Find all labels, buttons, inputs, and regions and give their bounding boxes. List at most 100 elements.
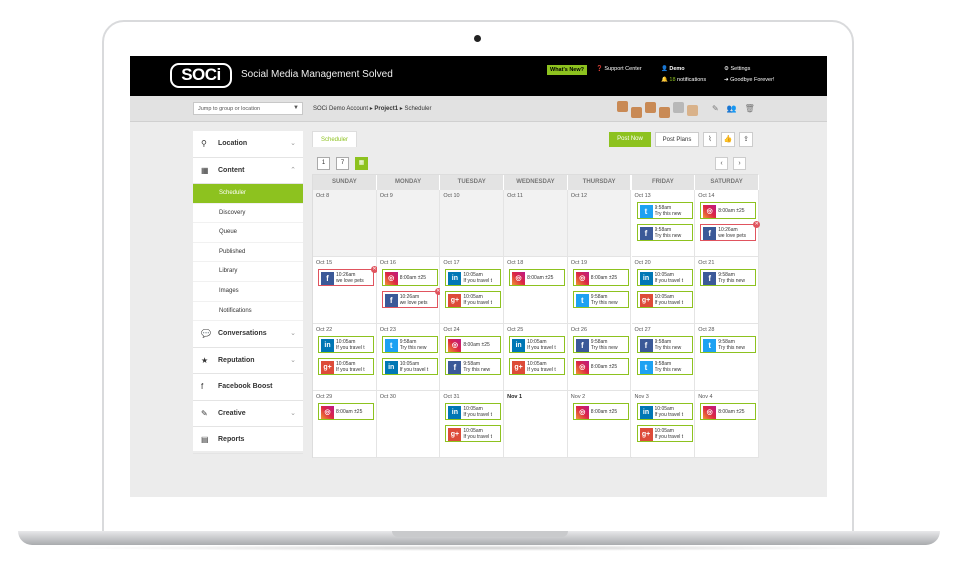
- avatar[interactable]: [617, 101, 628, 112]
- avatar[interactable]: [673, 102, 684, 113]
- scheduled-post[interactable]: ◎ 8:00am ±25: [445, 336, 502, 353]
- month-view-button[interactable]: ▦: [355, 157, 368, 170]
- scheduled-post[interactable]: f 9:58am Try this new: [700, 269, 757, 286]
- scheduled-post[interactable]: g+ 10:05am If you travel t: [318, 358, 374, 375]
- sidebar-item-reports[interactable]: ▤ Reports: [193, 427, 303, 454]
- scheduled-post[interactable]: ◎ 8:00am ±25: [572, 358, 629, 375]
- scheduled-post[interactable]: in 10:05am If you travel t: [318, 336, 374, 353]
- scheduled-post[interactable]: t 9:58am Try this new: [381, 336, 438, 353]
- calendar-day-cell[interactable]: Oct 11: [504, 190, 568, 257]
- logout-link[interactable]: ➜ Goodbye Forever!: [724, 77, 774, 83]
- sidebar-subitem-notifications[interactable]: Notifications: [193, 302, 303, 322]
- whats-new-button[interactable]: What's New?: [547, 65, 588, 75]
- calendar-day-cell[interactable]: Oct 12: [567, 190, 632, 257]
- calendar-day-cell[interactable]: Oct 14 ◎ 8:00am ±25 f 10:26am we love pets ✕: [695, 190, 761, 257]
- scheduled-post[interactable]: ◎ 8:00am ±25: [572, 403, 629, 420]
- calendar-day-cell[interactable]: Oct 22 in 10:05am If you travel t g+ 10:05am I…: [313, 324, 377, 391]
- scheduled-post[interactable]: g+ 10:05am If you travel t: [636, 291, 693, 308]
- sidebar-item-location[interactable]: ⚲ Location ⌄: [193, 131, 303, 158]
- scheduled-post[interactable]: g+ 10:05am If you travel t: [445, 291, 502, 308]
- scheduled-post[interactable]: ◎ 8:00am ±25: [509, 269, 566, 286]
- avatar[interactable]: [659, 107, 670, 118]
- calendar-day-cell[interactable]: Nov 3 in 10:05am If you travel t g+ 10:05am If…: [631, 391, 696, 458]
- calendar-day-cell[interactable]: Oct 10: [440, 190, 505, 257]
- scheduled-post[interactable]: ◎ 8:00am ±25: [700, 202, 757, 219]
- calendar-day-cell[interactable]: Nov 2 ◎ 8:00am ±25: [567, 391, 632, 458]
- calendar-day-cell[interactable]: Oct 30: [376, 391, 441, 458]
- calendar-day-cell[interactable]: Oct 13 t 9:58am Try this new f 9:58am Try this…: [631, 190, 696, 257]
- scheduled-post[interactable]: in 10:05am If you travel t: [636, 403, 693, 420]
- scheduled-post[interactable]: in 10:05am If you travel t: [381, 358, 438, 375]
- settings-link[interactable]: ⚙ Settings: [724, 66, 750, 72]
- calendar-day-cell[interactable]: Oct 29 ◎ 8:00am ±25: [313, 391, 377, 458]
- chevron-left-icon[interactable]: ‹: [715, 157, 728, 170]
- scheduled-post[interactable]: t 9:58am Try this new: [636, 358, 693, 375]
- scheduled-post[interactable]: t 9:58am Try this new: [572, 291, 629, 308]
- sidebar-subitem-scheduler[interactable]: Scheduler: [193, 184, 303, 204]
- day-view-button[interactable]: 1: [317, 157, 330, 170]
- calendar-day-cell[interactable]: Oct 20 in 10:05am If you travel t g+ 10:05am I…: [631, 257, 696, 324]
- rss-icon[interactable]: ⌇: [703, 132, 717, 147]
- users-icon[interactable]: 👥: [727, 104, 737, 113]
- calendar-day-cell[interactable]: Oct 31 in 10:05am If you travel t g+ 10:05am I…: [440, 391, 505, 458]
- calendar-day-cell[interactable]: Oct 19 ◎ 8:00am ±25 t 9:58am Try this new: [567, 257, 632, 324]
- scheduled-post[interactable]: in 10:05am If you travel t: [445, 403, 502, 420]
- calendar-day-cell[interactable]: Oct 18 ◎ 8:00am ±25: [504, 257, 568, 324]
- calendar-day-cell[interactable]: Oct 21 f 9:58am Try this new: [695, 257, 759, 324]
- breadcrumb-project[interactable]: Project1: [374, 106, 398, 112]
- calendar-day-cell[interactable]: Oct 16 ◎ 8:00am ±25 f 10:26am we love pets ✕: [376, 257, 442, 324]
- sidebar-subitem-queue[interactable]: Queue: [193, 223, 303, 243]
- scheduled-post[interactable]: ◎ 8:00am ±25: [700, 403, 757, 420]
- calendar-day-cell[interactable]: Oct 24 ◎ 8:00am ±25 f 9:58am Try this new: [440, 324, 505, 391]
- scheduled-post[interactable]: f 10:26am we love pets: [700, 224, 757, 241]
- calendar-day-cell[interactable]: Oct 26 f 9:58am Try this new ◎ 8:00am ±25: [567, 324, 632, 391]
- calendar-day-cell[interactable]: Oct 9: [376, 190, 441, 257]
- error-close-icon[interactable]: ✕: [753, 221, 761, 228]
- scheduled-post[interactable]: in 10:05am If you travel t: [509, 336, 566, 353]
- scheduled-post[interactable]: g+ 10:05am If you travel t: [636, 425, 693, 442]
- chevron-right-icon[interactable]: ›: [733, 157, 746, 170]
- scheduled-post[interactable]: f 9:58am Try this new: [572, 336, 629, 353]
- scheduled-post[interactable]: t 9:58am Try this new: [636, 202, 693, 219]
- calendar-day-cell[interactable]: Oct 27 f 9:58am Try this new t 9:58am Try this…: [631, 324, 696, 391]
- scheduled-post[interactable]: ◎ 8:00am ±25: [318, 403, 374, 420]
- scheduled-post[interactable]: in 10:05am If you travel t: [445, 269, 502, 286]
- sidebar-item-facebook-boost[interactable]: f Facebook Boost: [193, 374, 303, 401]
- support-center-link[interactable]: ❓ Support Center: [596, 66, 642, 72]
- calendar-day-cell[interactable]: Oct 23 t 9:58am Try this new in 10:05am If you…: [376, 324, 441, 391]
- scheduled-post[interactable]: ◎ 8:00am ±25: [381, 269, 438, 286]
- scheduled-post[interactable]: g+ 10:05am If you travel t: [509, 358, 566, 375]
- sidebar-subitem-discovery[interactable]: Discovery: [193, 204, 303, 224]
- trash-icon[interactable]: 🗑: [745, 104, 755, 113]
- post-plans-button[interactable]: Post Plans: [655, 132, 699, 147]
- scheduled-post[interactable]: g+ 10:05am If you travel t: [445, 425, 502, 442]
- week-view-button[interactable]: 7: [336, 157, 349, 170]
- calendar-day-cell[interactable]: Oct 15 f 10:26am we love pets ✕: [313, 257, 378, 324]
- sidebar-item-conversations[interactable]: 💬 Conversations ⌄: [193, 321, 303, 348]
- sidebar-item-reputation[interactable]: ★ Reputation ⌄: [193, 348, 303, 375]
- jump-to-location-select[interactable]: Jump to group or location ▼: [193, 102, 303, 115]
- notifications-link[interactable]: 🔔 18 notifications: [661, 77, 706, 83]
- calendar-day-cell[interactable]: Nov 4 ◎ 8:00am ±25: [695, 391, 759, 458]
- calendar-day-cell[interactable]: Oct 8: [313, 190, 377, 257]
- sidebar-item-creative[interactable]: ✎ Creative ⌄: [193, 401, 303, 428]
- scheduled-post[interactable]: f 9:58am Try this new: [445, 358, 502, 375]
- scheduled-post[interactable]: f 10:26am we love pets: [318, 269, 374, 286]
- scheduled-post[interactable]: f 9:58am Try this new: [636, 336, 693, 353]
- tab-scheduler[interactable]: Scheduler: [312, 131, 357, 147]
- calendar-day-cell[interactable]: Oct 17 in 10:05am If you travel t g+ 10:05am I…: [440, 257, 505, 324]
- pencil-icon[interactable]: ✎: [712, 104, 719, 113]
- scheduled-post[interactable]: f 10:26am we love pets: [381, 291, 438, 308]
- upload-icon[interactable]: ⇪: [739, 132, 753, 147]
- scheduled-post[interactable]: t 9:58am Try this new: [700, 336, 757, 353]
- post-now-button[interactable]: Post Now: [609, 132, 651, 147]
- sidebar-item-content[interactable]: ▦ Content ⌃: [193, 158, 303, 184]
- scheduled-post[interactable]: in 10:05am If you travel t: [636, 269, 693, 286]
- avatar[interactable]: [631, 107, 642, 118]
- scheduled-post[interactable]: f 9:58am Try this new: [636, 224, 693, 241]
- user-menu[interactable]: 👤 Demo: [661, 66, 685, 72]
- sidebar-subitem-published[interactable]: Published: [193, 243, 303, 263]
- thumbs-up-icon[interactable]: 👍: [721, 132, 735, 147]
- scheduled-post[interactable]: ◎ 8:00am ±25: [572, 269, 629, 286]
- calendar-day-cell[interactable]: Oct 28 t 9:58am Try this new: [695, 324, 759, 391]
